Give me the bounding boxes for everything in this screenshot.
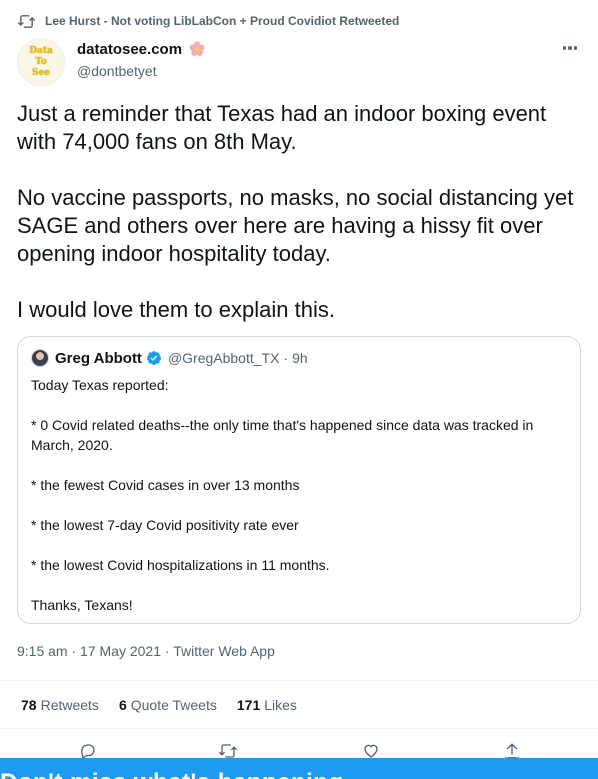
tweet-meta: 9:15 am · 17 May 2021 · Twitter Web App	[17, 643, 275, 659]
quoted-author-handle: @GregAbbott_TX	[167, 350, 280, 366]
quoted-author-name: Greg Abbott	[55, 349, 142, 367]
likes-label: Likes	[264, 697, 297, 713]
quoted-separator: ·	[283, 350, 289, 366]
verified-icon	[146, 351, 161, 365]
flower-icon	[189, 41, 205, 56]
likes-count: 171	[236, 697, 261, 713]
quoted-tweet-header: Greg Abbott @GregAbbott_TX · 9h	[31, 349, 308, 367]
tweet-source[interactable]: Twitter Web App	[173, 643, 275, 659]
more-icon[interactable]	[560, 40, 580, 56]
quote-tweets-label: Quote Tweets	[130, 697, 217, 713]
quoted-paragraph: Thanks, Texans!	[31, 597, 133, 613]
tweet-text: Just a reminder that Texas had an indoor…	[17, 100, 587, 352]
quoted-paragraph: * the lowest Covid hospitalizations in 1…	[31, 557, 330, 573]
retweet-icon	[18, 14, 35, 28]
avatar-text-3: See	[32, 67, 50, 78]
tweet-paragraph: I would love them to explain this.	[17, 297, 335, 322]
tweet-stats: 78 Retweets 6 Quote Tweets 171 Likes	[21, 697, 297, 713]
quote-tweets-count: 6	[118, 697, 127, 713]
quoted-paragraph: * the fewest Covid cases in over 13 mont…	[31, 477, 300, 493]
author-handle[interactable]: @dontbetyet	[77, 63, 206, 79]
meta-separator: ·	[164, 643, 170, 659]
retweeted-by[interactable]: Lee Hurst - Not voting LibLabCon + Proud…	[18, 12, 399, 30]
quoted-paragraph: Today Texas reported:	[31, 377, 169, 393]
avatar-text-1: Data	[29, 45, 53, 56]
quoted-paragraph: * 0 Covid related deaths--the only time …	[31, 417, 534, 453]
retweeted-by-label: Lee Hurst - Not voting LibLabCon + Proud…	[45, 14, 400, 28]
quoted-time[interactable]: 9h	[292, 350, 308, 366]
tweet-header: Data To See datatosee.com @dontbetyet	[17, 38, 582, 86]
author-display-name: datatosee.com	[77, 40, 183, 58]
bottom-banner[interactable]: Don't miss what's happening	[0, 758, 598, 779]
divider	[0, 728, 598, 729]
retweets-count: 78	[21, 697, 37, 713]
retweets-stat[interactable]: 78 Retweets	[21, 697, 99, 713]
quote-tweets-stat[interactable]: 6 Quote Tweets	[119, 697, 217, 713]
quoted-tweet-body: Today Texas reported: * 0 Covid related …	[31, 375, 571, 635]
tweet-date[interactable]: 17 May 2021	[80, 643, 161, 659]
quoted-tweet[interactable]: Greg Abbott @GregAbbott_TX · 9h Today Te…	[17, 336, 581, 624]
meta-separator: ·	[71, 643, 77, 659]
tweet-time[interactable]: 9:15 am	[17, 643, 68, 659]
likes-stat[interactable]: 171 Likes	[237, 697, 297, 713]
quoted-avatar	[31, 349, 49, 367]
avatar-text-2: To	[35, 56, 47, 67]
quoted-paragraph: * the lowest 7-day Covid positivity rate…	[31, 517, 299, 533]
retweets-label: Retweets	[40, 697, 99, 713]
avatar[interactable]: Data To See	[17, 38, 65, 86]
bottom-banner-text: Don't miss what's happening	[0, 769, 344, 779]
author-block: datatosee.com @dontbetyet	[77, 40, 206, 79]
tweet-paragraph: No vaccine passports, no masks, no socia…	[17, 185, 574, 266]
tweet-paragraph: Just a reminder that Texas had an indoor…	[17, 101, 547, 154]
author-name-row[interactable]: datatosee.com	[77, 40, 206, 58]
divider	[0, 680, 598, 681]
